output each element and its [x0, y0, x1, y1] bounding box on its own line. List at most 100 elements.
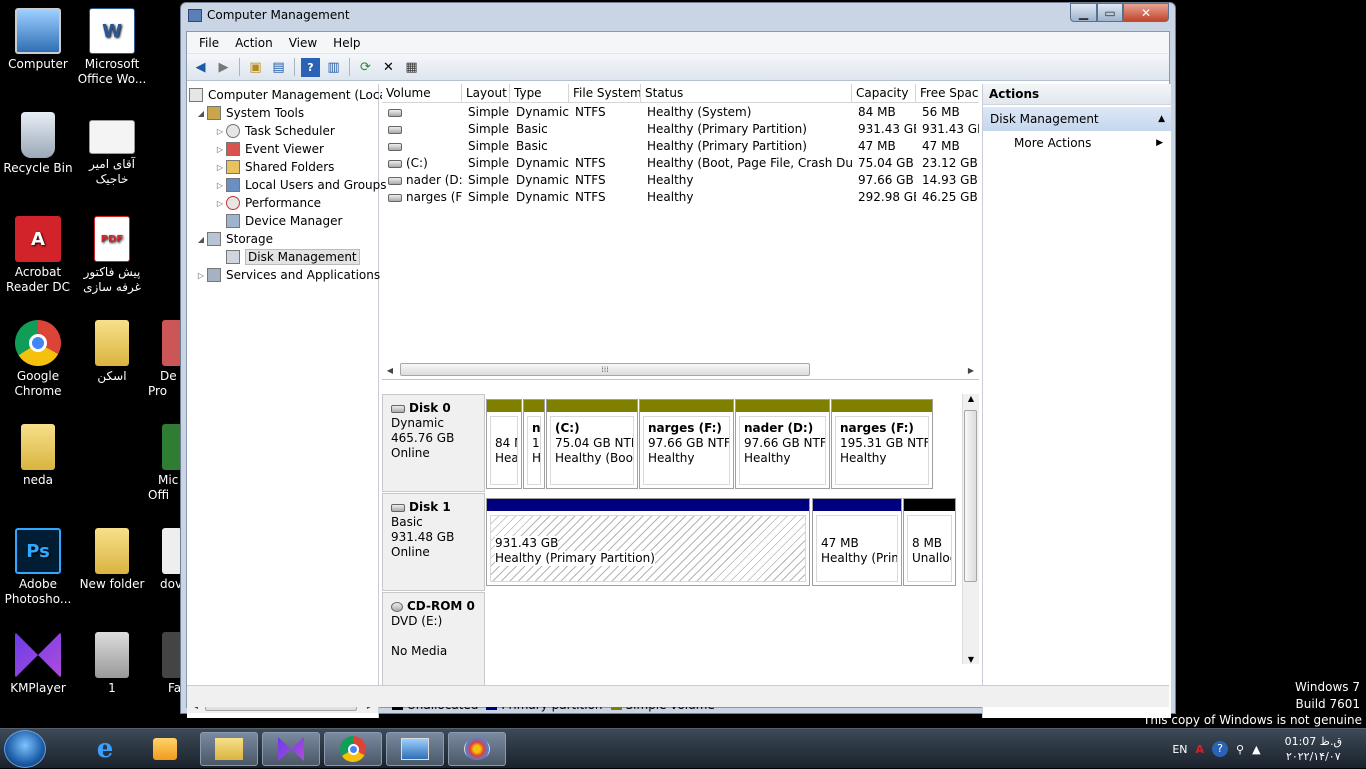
disk-1-unallocated[interactable]: 8 MB Unalloc — [903, 498, 956, 586]
back-button[interactable]: ◀ — [191, 58, 210, 77]
tree-item-storage[interactable]: ◢ Storage — [195, 230, 273, 248]
column-volume[interactable]: Volume — [382, 84, 462, 102]
scroll-thumb[interactable] — [964, 410, 977, 582]
menu-file[interactable]: File — [191, 36, 227, 50]
volume-row[interactable]: (C:) Simple Dynamic NTFS Healthy (Boot, Page… — [382, 155, 979, 172]
tree-item-local-users[interactable]: ▷ Local Users and Groups — [214, 176, 387, 194]
show-hidden-icons-icon[interactable]: ▲ — [1252, 743, 1260, 756]
disk-0-partition[interactable]: n1H — [523, 399, 545, 489]
taskbar-chrome[interactable] — [324, 732, 382, 766]
collapsed-arrow-icon[interactable]: ▷ — [214, 199, 226, 208]
desktop-icon-image[interactable]: 1 — [74, 632, 150, 696]
minimize-button[interactable]: ▁ — [1070, 3, 1097, 22]
taskbar-media-player[interactable] — [136, 732, 194, 766]
disk-0-partition[interactable]: nader (D:) 97.66 GB NTFS Healthy — [735, 399, 830, 489]
menu-view[interactable]: View — [281, 36, 325, 50]
desktop-icon-word[interactable]: W Microsoft Office Wo... — [74, 8, 150, 87]
disk-1-partition-primary[interactable]: 931.43 GB Healthy (Primary Partition) — [486, 498, 810, 586]
desktop-icon-folder-scan[interactable]: اسکن — [74, 320, 150, 384]
volume-row[interactable]: Simple Basic Healthy (Primary Partition) 47… — [382, 138, 979, 155]
show-hide-tree-button[interactable]: ▤ — [269, 58, 288, 77]
maximize-button[interactable]: ▭ — [1097, 3, 1123, 22]
properties-button[interactable]: ▦ — [402, 58, 421, 77]
scroll-up-icon[interactable]: ▲ — [963, 394, 979, 403]
taskbar-kmplayer[interactable] — [262, 732, 320, 766]
disk-view-vertical-scrollbar[interactable]: ▲ ▼ — [962, 394, 979, 664]
taskbar-explorer[interactable] — [200, 732, 258, 766]
taskbar-ie[interactable]: e — [76, 732, 134, 766]
volume-row[interactable]: Simple Dynamic NTFS Healthy (System) 84 MB 56… — [382, 104, 979, 121]
expanded-arrow-icon[interactable]: ◢ — [195, 235, 207, 244]
forward-button[interactable]: ▶ — [214, 58, 233, 77]
tree-item-disk-management[interactable]: Disk Management — [226, 248, 360, 266]
scroll-down-icon[interactable]: ▼ — [963, 655, 979, 664]
menu-help[interactable]: Help — [325, 36, 368, 50]
desktop-icon-new-folder[interactable]: New folder — [74, 528, 150, 592]
show-hide-action-pane-button[interactable]: ▥ — [324, 58, 343, 77]
expanded-arrow-icon[interactable]: ◢ — [195, 109, 207, 118]
column-type[interactable]: Type — [510, 84, 569, 102]
tree-item-task-scheduler[interactable]: ▷ Task Scheduler — [214, 122, 335, 140]
scroll-left-icon[interactable]: ◀ — [382, 366, 398, 375]
network-icon[interactable]: ⚲ — [1236, 743, 1244, 756]
delete-button[interactable]: ✕ — [379, 58, 398, 77]
desktop-icon-pdf[interactable]: PDF پیش فاکتور غرفه سازی — [74, 216, 150, 295]
clock[interactable]: 01:07 ق.ظ ۲۰۲۲/۱۴/۰۷ — [1285, 734, 1342, 764]
taskbar-paint[interactable] — [448, 732, 506, 766]
desktop-icon-chrome[interactable]: Google Chrome — [0, 320, 76, 399]
start-button[interactable] — [4, 730, 46, 768]
disk-0-partition[interactable]: narges (F:) 97.66 GB NTFS Healthy — [639, 399, 734, 489]
disk-0-partition[interactable]: (C:)75.04 GB NTFSHealthy (Boot, — [546, 399, 638, 489]
tree-item-performance[interactable]: ▷ Performance — [214, 194, 321, 212]
cdrom-0-label[interactable]: CD-ROM 0 DVD (E:) No Media — [382, 592, 485, 688]
desktop-icon-partial-4[interactable]: Fa — [148, 632, 182, 696]
desktop-icon-kmplayer[interactable]: KMPlayer — [0, 632, 76, 696]
disk-0-label[interactable]: Disk 0 Dynamic 465.76 GB Online — [382, 394, 485, 492]
volume-row[interactable]: nader (D:) Simple Dynamic NTFS Healthy 97.66 … — [382, 172, 979, 189]
refresh-button[interactable]: ⟳ — [356, 58, 375, 77]
desktop-icon-partial-3[interactable]: dov — [148, 528, 182, 592]
column-file-system[interactable]: File System — [569, 84, 641, 102]
more-actions-item[interactable]: More Actions ▶ — [983, 131, 1171, 155]
scroll-right-icon[interactable]: ▶ — [963, 366, 979, 375]
collapse-up-icon[interactable]: ▲ — [1158, 107, 1165, 131]
tree-item-event-viewer[interactable]: ▷ Event Viewer — [214, 140, 324, 158]
collapsed-arrow-icon[interactable]: ▷ — [214, 163, 226, 172]
disk-1-partition-47mb[interactable]: 47 MBHealthy (Prima — [812, 498, 902, 586]
disk-1-label[interactable]: Disk 1 Basic 931.48 GB Online — [382, 493, 485, 591]
scroll-thumb[interactable]: ⁞⁞⁞ — [400, 363, 810, 376]
tree-item-services-apps[interactable]: ▷ Services and Applications — [195, 266, 380, 284]
tree-item-root[interactable]: Computer Management (Local — [189, 86, 390, 104]
up-level-button[interactable]: ▣ — [246, 58, 265, 77]
column-free-space[interactable]: Free Space — [916, 84, 979, 102]
tree-item-system-tools[interactable]: ◢ System Tools — [195, 104, 304, 122]
desktop-icon-photoshop[interactable]: Ps Adobe Photosho... — [0, 528, 76, 607]
desktop-icon-partial-1[interactable]: De Pro — [148, 320, 182, 399]
volume-row[interactable]: Simple Basic Healthy (Primary Partition) 93… — [382, 121, 979, 138]
collapsed-arrow-icon[interactable]: ▷ — [195, 271, 207, 280]
collapsed-arrow-icon[interactable]: ▷ — [214, 127, 226, 136]
disk-0-partition[interactable]: narges (F:) 195.31 GB NTFS Healthy — [831, 399, 933, 489]
help-button[interactable]: ? — [301, 57, 320, 77]
close-button[interactable]: ✕ — [1123, 3, 1169, 22]
disk-0-partition[interactable]: 84 MHea — [486, 399, 522, 489]
help-tray-icon[interactable]: ? — [1212, 741, 1229, 757]
column-layout[interactable]: Layout — [462, 84, 510, 102]
language-indicator[interactable]: EN — [1172, 743, 1187, 756]
taskbar-computer-management[interactable] — [386, 732, 444, 766]
volume-row[interactable]: narges (F:) Simple Dynamic NTFS Healthy 292.9… — [382, 189, 979, 206]
actions-section-disk-management[interactable]: Disk Management ▲ — [983, 107, 1171, 131]
desktop-icon-partial-2[interactable]: Mic Offi — [148, 424, 182, 503]
column-capacity[interactable]: Capacity — [852, 84, 916, 102]
desktop-icon-acrobat[interactable]: A Acrobat Reader DC — [0, 216, 76, 295]
menu-action[interactable]: Action — [227, 36, 281, 50]
desktop-icon-folder-neda[interactable]: neda — [0, 424, 76, 488]
desktop-icon-computer[interactable]: Computer — [0, 8, 76, 72]
collapsed-arrow-icon[interactable]: ▷ — [214, 145, 226, 154]
column-status[interactable]: Status — [641, 84, 852, 102]
title-bar[interactable]: Computer Management ▁ ▭ ✕ — [181, 3, 1175, 30]
volume-list-horizontal-scrollbar[interactable]: ◀ ⁞⁞⁞ ▶ — [382, 362, 979, 379]
acrobat-tray-icon[interactable]: A — [1196, 743, 1205, 756]
collapsed-arrow-icon[interactable]: ▷ — [214, 181, 226, 190]
tree-item-device-manager[interactable]: Device Manager — [226, 212, 342, 230]
